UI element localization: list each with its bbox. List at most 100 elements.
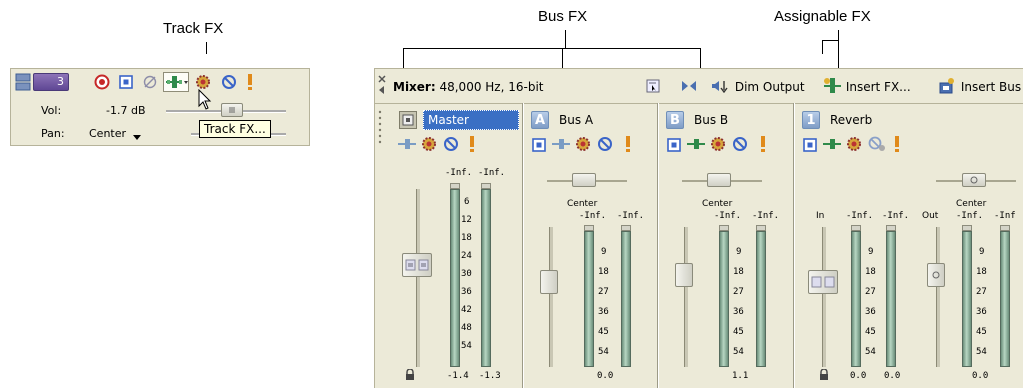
reverb-in-tick: 45 <box>865 327 876 337</box>
insert-fx-label: Insert FX... <box>845 80 911 94</box>
reverb-out-tick: 27 <box>976 287 987 297</box>
master-mute-icon[interactable] <box>443 136 459 152</box>
bus-a-mute-icon[interactable] <box>597 136 613 152</box>
track-number-badge[interactable]: 3 <box>33 73 69 91</box>
bus-b-fx-box-icon[interactable] <box>666 137 682 153</box>
bus-a-strip: A Bus A Center -Inf. -Inf. 9 18 27 36 45… <box>525 105 657 387</box>
solo-icon[interactable] <box>245 73 255 91</box>
bus-b-badge[interactable]: B <box>666 111 684 129</box>
close-icon[interactable] <box>378 73 386 83</box>
bus-a-readout: 0.0 <box>597 371 614 381</box>
reverb-out-label: Out <box>922 211 939 221</box>
insert-fx-button[interactable]: Insert FX... <box>822 77 911 95</box>
pan-dropdown-icon[interactable] <box>133 131 141 140</box>
master-plugin-chain-icon[interactable] <box>397 138 417 150</box>
strip-separator <box>522 103 524 388</box>
dim-output-button[interactable]: Dim Output <box>711 79 805 94</box>
mixer-format: 48,000 Hz, 16-bit <box>435 80 544 94</box>
track-fx-tooltip: Track FX... <box>199 120 271 138</box>
reverb-in-meter-left <box>851 231 861 367</box>
bus-a-meter-scale: 9 18 27 36 45 54 <box>595 231 617 367</box>
master-tick: 12 <box>461 215 472 225</box>
reverb-fx-box-icon[interactable] <box>802 137 818 153</box>
track-fx-icon <box>166 76 188 88</box>
master-fader-thumb[interactable] <box>402 253 432 277</box>
reverb-in-readout-left: 0.0 <box>850 371 867 381</box>
bus-a-gear-icon[interactable] <box>574 135 592 153</box>
drag-grip-icon[interactable] <box>378 109 382 153</box>
bus-b-gear-icon[interactable] <box>709 135 727 153</box>
bus-b-peak-left: -Inf. <box>714 211 742 221</box>
bus-b-meter-scale: 9 18 27 36 45 54 <box>730 231 752 367</box>
bus-b-tick: 9 <box>736 247 742 257</box>
master-fx-icon[interactable] <box>399 111 417 129</box>
bus-a-pan-thumb[interactable] <box>572 173 596 187</box>
mute-icon[interactable] <box>221 74 237 90</box>
master-tick: 6 <box>464 197 470 207</box>
bus-b-tick: 18 <box>733 267 744 277</box>
reverb-plugin-chain-icon[interactable] <box>822 138 842 150</box>
master-lock-icon[interactable] <box>405 368 415 381</box>
track-list-icon[interactable] <box>15 73 31 91</box>
assignable-fx-pointer-horiz <box>822 40 839 41</box>
bus-a-fader-slot <box>549 227 553 367</box>
downmix-icon[interactable] <box>681 79 697 93</box>
track-fx-button[interactable] <box>163 72 189 92</box>
reverb-out-tick: 54 <box>976 347 987 357</box>
bus-b-fader-thumb[interactable] <box>675 263 693 287</box>
reverb-out-meter-left <box>962 231 972 367</box>
bus-a-tick: 54 <box>598 347 609 357</box>
bus-a-fader-thumb[interactable] <box>540 270 558 294</box>
master-meter-scale: 6 12 18 24 30 36 42 48 54 <box>461 189 479 367</box>
automation-icon[interactable] <box>142 74 158 90</box>
properties-icon[interactable] <box>646 79 660 93</box>
master-tick: 18 <box>461 233 472 243</box>
bus-a-name[interactable]: Bus A <box>559 113 593 127</box>
mouse-cursor-icon <box>198 88 212 111</box>
collapse-arrow-icon[interactable] <box>378 85 386 95</box>
bus-b-name[interactable]: Bus B <box>694 113 728 127</box>
arm-record-icon[interactable] <box>94 74 110 90</box>
bus-a-badge[interactable]: A <box>531 111 549 129</box>
reverb-pan-thumb[interactable] <box>962 173 986 187</box>
bus-b-meter-right <box>756 231 766 367</box>
mixer-title: Mixer: 48,000 Hz, 16-bit <box>393 80 543 94</box>
bus-a-tick: 27 <box>598 287 609 297</box>
bus-a-fx-box-icon[interactable] <box>531 137 547 153</box>
strip-separator <box>657 103 659 388</box>
reverb-bypass-icon[interactable] <box>868 136 886 152</box>
reverb-gear-icon[interactable] <box>845 135 863 153</box>
bus-a-peak-right: -Inf. <box>617 211 645 221</box>
track-header-panel: 3 Vol: -1.7 dB Pan: Center Track FX... <box>10 68 310 146</box>
bus-a-tick: 9 <box>601 247 607 257</box>
master-solo-icon[interactable] <box>467 135 477 153</box>
input-monitor-icon[interactable] <box>118 74 134 90</box>
master-name-box[interactable]: Master <box>423 110 519 130</box>
insert-bus-button[interactable]: Insert Bus <box>937 77 1021 95</box>
reverb-out-tick: 9 <box>979 247 985 257</box>
master-gear-icon[interactable] <box>420 135 438 153</box>
bus-b-plugin-chain-icon[interactable] <box>686 138 706 150</box>
reverb-in-fader-thumb[interactable] <box>808 270 838 294</box>
toolbar-divider <box>375 103 1023 104</box>
reverb-badge[interactable]: 1 <box>802 111 820 129</box>
pan-value[interactable]: Center <box>89 127 126 140</box>
insert-bus-label: Insert Bus <box>960 80 1022 94</box>
reverb-in-tick: 36 <box>865 307 876 317</box>
reverb-out-fader-thumb[interactable] <box>927 263 945 287</box>
bus-a-plugin-chain-icon[interactable] <box>551 138 571 150</box>
reverb-in-tick: 9 <box>868 247 874 257</box>
reverb-in-meter-scale: 9 18 27 36 45 54 <box>862 231 884 367</box>
reverb-pan-label: Center <box>956 199 987 209</box>
bus-a-solo-icon[interactable] <box>623 135 633 153</box>
reverb-solo-icon[interactable] <box>892 135 902 153</box>
bus-b-solo-icon[interactable] <box>758 135 768 153</box>
reverb-in-label: In <box>816 211 825 221</box>
bus-b-mute-icon[interactable] <box>732 136 748 152</box>
vol-slider-thumb[interactable] <box>221 103 243 117</box>
reverb-in-fader-slot <box>822 227 826 367</box>
reverb-name[interactable]: Reverb <box>830 113 872 127</box>
reverb-out-peak-left: -Inf. <box>956 211 984 221</box>
bus-b-pan-thumb[interactable] <box>707 173 731 187</box>
reverb-lock-icon[interactable] <box>819 368 829 381</box>
